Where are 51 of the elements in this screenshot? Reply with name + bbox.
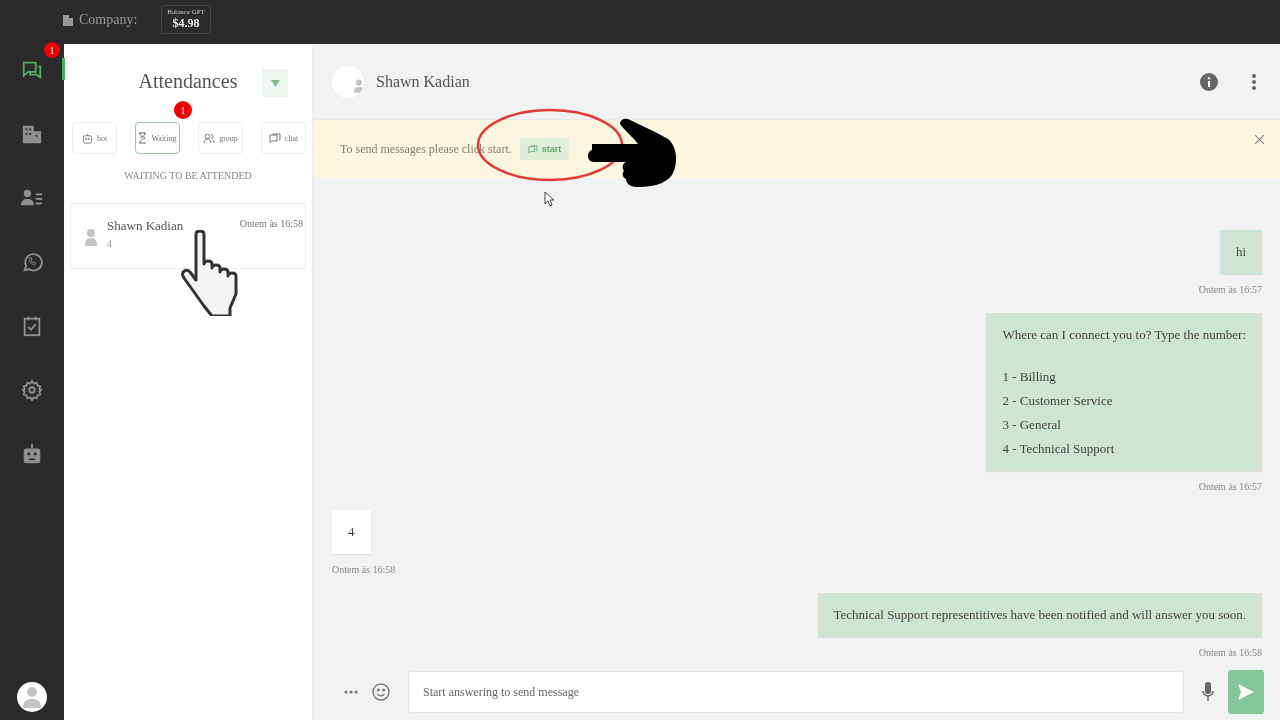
balance-value: $4.98 bbox=[172, 15, 200, 31]
chat-icon bbox=[527, 144, 538, 154]
building-icon bbox=[62, 14, 74, 26]
section-label: WAITING TO BE ATTENDED bbox=[123, 170, 253, 181]
contact-avatar bbox=[332, 65, 364, 98]
microphone-icon[interactable] bbox=[1202, 682, 1214, 702]
message-text: hi bbox=[1235, 244, 1246, 260]
chat-icon bbox=[268, 132, 281, 144]
contact-name: Shawn Kadian bbox=[107, 218, 185, 234]
menu-option-text: 4 - Technical Support bbox=[1002, 441, 1116, 457]
group-icon bbox=[203, 132, 216, 144]
more-icon[interactable] bbox=[344, 690, 358, 694]
message-text: Technical Support representitives have been notified and will answer you soon. bbox=[833, 607, 1246, 623]
notification-badge: 1 bbox=[174, 101, 192, 119]
whatsapp-icon bbox=[21, 251, 43, 273]
mouse-cursor-icon bbox=[544, 191, 554, 207]
message-text: Where can I connect you to? Type the number: bbox=[1002, 327, 1246, 343]
chat-icon bbox=[21, 59, 43, 81]
calendar-check-icon bbox=[21, 315, 43, 337]
menu-option-text: 3 - General bbox=[1002, 417, 1062, 433]
robot-icon bbox=[81, 132, 93, 144]
building-icon bbox=[21, 123, 43, 145]
emoji-icon[interactable] bbox=[372, 683, 390, 701]
hourglass-icon bbox=[138, 132, 148, 144]
tab[interactable]: bot bbox=[72, 122, 117, 154]
tab[interactable]: chat bbox=[261, 122, 306, 154]
robot-icon bbox=[21, 443, 43, 465]
caret-icon bbox=[270, 79, 280, 87]
info-icon[interactable] bbox=[1200, 72, 1218, 91]
company-label: Company: bbox=[79, 12, 138, 28]
menu-option-text: 1 - Billing bbox=[1002, 369, 1057, 385]
timestamp: Ontem às 16:57 bbox=[1198, 481, 1262, 492]
message-text: 4 bbox=[348, 524, 355, 540]
notification-badge: 1 bbox=[44, 42, 60, 58]
contact-name: Shawn Kadian bbox=[376, 72, 470, 91]
panel-title: Attendances bbox=[138, 69, 238, 93]
close-icon[interactable] bbox=[1255, 134, 1264, 144]
settings-icon bbox=[21, 379, 43, 401]
timestamp: Ontem às 16:58 bbox=[332, 564, 396, 575]
menu-option-text: 2 - Customer Service bbox=[1002, 393, 1114, 409]
more-options-icon[interactable] bbox=[1252, 73, 1256, 90]
user-avatar[interactable] bbox=[17, 682, 47, 712]
avatar-icon bbox=[85, 228, 97, 246]
timestamp: Ontem às 16:58 bbox=[1198, 647, 1262, 658]
timestamp: Ontem às 16:57 bbox=[1198, 284, 1262, 295]
last-message: 4 bbox=[107, 238, 113, 249]
send-icon bbox=[1237, 683, 1255, 701]
timestamp: Ontem às 16:58 bbox=[239, 218, 303, 229]
tab[interactable]: group bbox=[198, 122, 243, 154]
ticket-card[interactable]: Shawn Kadian 4 Ontem às 16:58 bbox=[70, 203, 306, 269]
message-input[interactable]: Start answering to send message bbox=[408, 671, 1184, 713]
